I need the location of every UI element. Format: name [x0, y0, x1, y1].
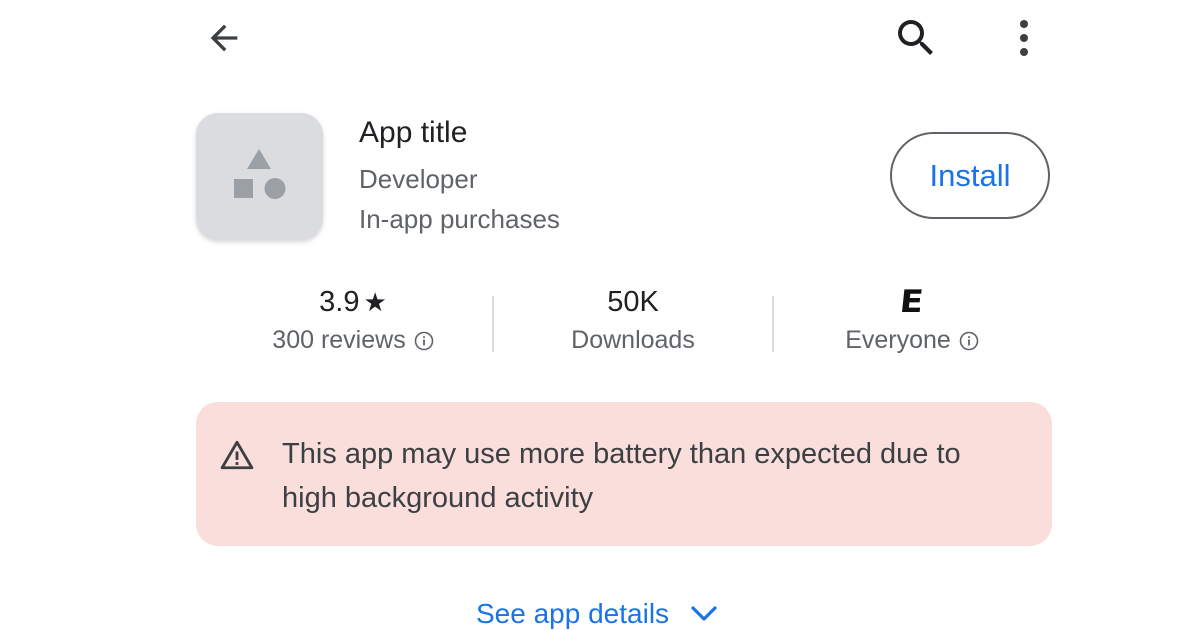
esrb-everyone-badge: E — [898, 284, 926, 320]
search-button[interactable] — [888, 12, 944, 64]
warning-triangle-icon — [220, 440, 254, 470]
downloads-label: Downloads — [571, 326, 695, 354]
app-icon — [196, 113, 323, 240]
warning-message: This app may use more battery than expec… — [282, 438, 961, 514]
chevron-down-icon — [691, 606, 717, 621]
arrow-back-icon — [210, 24, 238, 52]
reviews-count: 300 reviews — [272, 326, 406, 354]
app-title: App title — [359, 116, 468, 149]
rating-value: 3.9 — [319, 285, 360, 318]
battery-warning-card: This app may use more battery than expec… — [196, 402, 1052, 546]
content-rating-label: Everyone — [845, 326, 951, 354]
developer-link[interactable]: Developer — [359, 164, 478, 195]
downloads-stat: 50K Downloads — [523, 282, 743, 355]
star-icon: ★ — [363, 286, 387, 317]
more-vert-icon — [1020, 20, 1028, 56]
install-button[interactable]: Install — [890, 132, 1050, 219]
info-icon — [959, 331, 979, 350]
search-icon — [898, 20, 933, 55]
more-options-button[interactable] — [1002, 12, 1046, 64]
info-icon — [414, 331, 434, 350]
stat-divider — [772, 296, 774, 352]
app-details-page: App title Developer In-app purchases Ins… — [0, 0, 1200, 630]
in-app-purchases-label: In-app purchases — [359, 204, 560, 234]
content-rating-stat[interactable]: E Everyone — [802, 282, 1022, 355]
see-app-details-label: See app details — [476, 598, 670, 629]
see-app-details-link[interactable]: See app details — [476, 598, 719, 630]
stat-divider — [492, 296, 494, 352]
app-placeholder-icon — [234, 149, 286, 199]
rating-stat[interactable]: 3.9 ★ 300 reviews — [243, 282, 463, 355]
back-button[interactable] — [198, 12, 250, 64]
downloads-value: 50K — [607, 285, 659, 318]
